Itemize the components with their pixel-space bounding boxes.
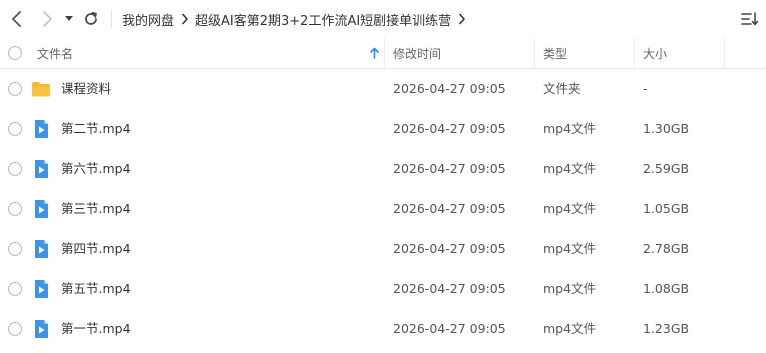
file-modified: 2026-04-27 09:05 — [393, 161, 506, 176]
column-divider[interactable] — [384, 38, 385, 68]
file-size: 1.08GB — [643, 281, 690, 296]
video-file-icon — [35, 320, 48, 338]
file-row[interactable]: 课程资料 2026-04-27 09:05 文件夹 - — [0, 69, 766, 109]
column-header-type-label: 类型 — [543, 46, 568, 61]
history-dropdown-button[interactable] — [59, 8, 79, 30]
select-all-checkbox[interactable] — [8, 46, 22, 60]
column-header-type[interactable]: 类型 — [543, 38, 567, 68]
caret-down-icon — [65, 16, 73, 21]
video-file-icon — [35, 200, 48, 218]
file-name: 第三节.mp4 — [61, 201, 131, 216]
file-size: 1.30GB — [643, 121, 690, 136]
file-type: mp4文件 — [543, 161, 597, 176]
breadcrumb-root[interactable]: 我的网盘 — [122, 10, 174, 29]
file-modified: 2026-04-27 09:05 — [393, 241, 506, 256]
file-modified: 2026-04-27 09:05 — [393, 321, 506, 336]
file-name: 课程资料 — [61, 81, 112, 96]
refresh-button[interactable] — [80, 8, 102, 30]
toolbar-divider — [111, 10, 112, 28]
file-type: mp4文件 — [543, 281, 597, 296]
file-row[interactable]: 第一节.mp4 2026-04-27 09:05 mp4文件 1.23GB — [0, 309, 766, 349]
row-checkbox[interactable] — [8, 282, 22, 296]
row-checkbox[interactable] — [8, 82, 22, 96]
refresh-icon — [85, 11, 97, 25]
column-header-name[interactable]: 文件名 — [37, 38, 377, 68]
file-name: 第四节.mp4 — [61, 241, 131, 256]
file-type: mp4文件 — [543, 121, 597, 136]
file-row[interactable]: 第四节.mp4 2026-04-27 09:05 mp4文件 2.78GB — [0, 229, 766, 269]
breadcrumb-current[interactable]: 超级AI客第2期3+2工作流AI短剧接单训练营 — [195, 10, 451, 29]
row-checkbox[interactable] — [8, 242, 22, 256]
file-type: mp4文件 — [543, 201, 597, 216]
row-checkbox[interactable] — [8, 162, 22, 176]
file-type: mp4文件 — [543, 321, 597, 336]
column-divider[interactable] — [534, 38, 535, 68]
file-name: 第五节.mp4 — [61, 281, 131, 296]
breadcrumb-separator-icon — [181, 13, 189, 25]
file-type: mp4文件 — [543, 241, 597, 256]
file-modified: 2026-04-27 09:05 — [393, 281, 506, 296]
sort-list-icon — [741, 12, 759, 26]
breadcrumb-expand-icon[interactable] — [458, 13, 466, 25]
file-size: 1.05GB — [643, 201, 690, 216]
row-checkbox[interactable] — [8, 122, 22, 136]
file-row[interactable]: 第二节.mp4 2026-04-27 09:05 mp4文件 1.30GB — [0, 109, 766, 149]
toolbar: 我的网盘 超级AI客第2期3+2工作流AI短剧接单训练营 — [0, 0, 766, 38]
video-file-icon — [35, 240, 48, 258]
forward-button[interactable] — [36, 8, 58, 30]
column-header-name-label: 文件名 — [37, 46, 74, 61]
column-divider[interactable] — [634, 38, 635, 68]
file-row[interactable]: 第六节.mp4 2026-04-27 09:05 mp4文件 2.59GB — [0, 149, 766, 189]
file-size: - — [643, 81, 648, 96]
column-header-modified-label: 修改时间 — [393, 46, 442, 61]
column-divider[interactable] — [724, 38, 725, 68]
file-modified: 2026-04-27 09:05 — [393, 201, 506, 216]
back-button[interactable] — [6, 8, 28, 30]
folder-icon — [32, 82, 50, 97]
file-list-header: 文件名 修改时间 类型 大小 — [0, 38, 766, 69]
sort-ascending-icon[interactable] — [370, 47, 379, 59]
video-file-icon — [35, 120, 48, 138]
file-modified: 2026-04-27 09:05 — [393, 81, 506, 96]
file-row[interactable]: 第三节.mp4 2026-04-27 09:05 mp4文件 1.05GB — [0, 189, 766, 229]
file-size: 2.59GB — [643, 161, 690, 176]
row-checkbox[interactable] — [8, 202, 22, 216]
file-size: 2.78GB — [643, 241, 690, 256]
file-type: 文件夹 — [543, 81, 581, 96]
file-name: 第二节.mp4 — [61, 121, 131, 136]
chevron-right-icon — [43, 11, 52, 27]
file-size: 1.23GB — [643, 321, 690, 336]
chevron-left-icon — [12, 11, 21, 27]
file-name: 第一节.mp4 — [61, 321, 131, 336]
sort-menu-button[interactable] — [741, 10, 759, 28]
breadcrumb: 我的网盘 超级AI客第2期3+2工作流AI短剧接单训练营 — [122, 9, 472, 29]
video-file-icon — [35, 280, 48, 298]
row-checkbox[interactable] — [8, 322, 22, 336]
file-modified: 2026-04-27 09:05 — [393, 121, 506, 136]
file-name: 第六节.mp4 — [61, 161, 131, 176]
file-row[interactable]: 第五节.mp4 2026-04-27 09:05 mp4文件 1.08GB — [0, 269, 766, 309]
video-file-icon — [35, 160, 48, 178]
column-header-modified[interactable]: 修改时间 — [393, 38, 441, 68]
column-header-size[interactable]: 大小 — [643, 38, 667, 68]
column-header-size-label: 大小 — [643, 46, 668, 61]
